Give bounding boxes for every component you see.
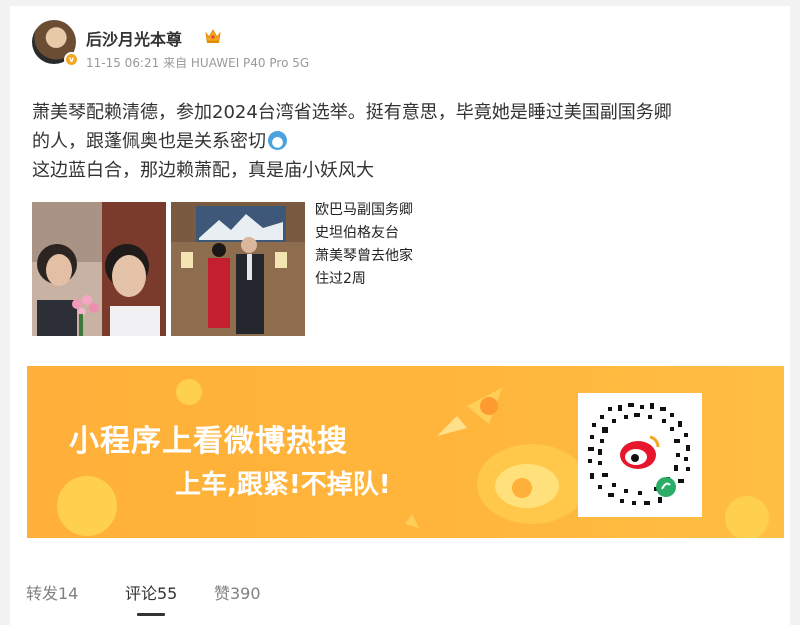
caption-line: 欧巴马副国务卿: [315, 202, 413, 218]
tab-comments[interactable]: 评论55: [125, 580, 177, 604]
author-name[interactable]: 后沙月光本尊: [86, 26, 182, 50]
qr-code[interactable]: [578, 393, 702, 517]
active-tab-indicator: [137, 613, 165, 616]
caption-line: 萧美琴曾去他家: [315, 248, 413, 264]
wechat-miniprogram-icon: [656, 477, 676, 497]
tab-repost[interactable]: 转发14: [26, 580, 78, 604]
caption-line: 史坦伯格友台: [315, 225, 399, 241]
weibo-post-card: v 后沙月光本尊 11-15 06:21 来自 HUAWEI P40 Pro 5…: [10, 6, 790, 625]
mini-program-banner[interactable]: 小程序上看微博热搜 上车,跟紧!不掉队!: [27, 366, 784, 538]
post-image-portrait[interactable]: [171, 202, 305, 336]
weibo-logo-decoration: [477, 444, 587, 524]
post-text: 萧美琴配赖清德，参加2024台湾省选举。挺有意思，毕竟她是睡过美国副国务卿 的人…: [32, 98, 780, 185]
banner-title: 小程序上看微博热搜: [69, 424, 348, 459]
post-text-line: 的人，跟蓬佩奥也是关系密切: [32, 127, 780, 156]
rocket-icon: [437, 388, 502, 436]
banner-subtitle: 上车,跟紧!不掉队!: [175, 470, 391, 500]
image-caption: 欧巴马副国务卿 史坦伯格友台 萧美琴曾去他家 住过2周: [315, 199, 413, 291]
crown-icon: [205, 29, 221, 43]
post-meta: 11-15 06:21 来自 HUAWEI P40 Pro 5G: [86, 56, 310, 70]
post-image-selfie[interactable]: [32, 202, 166, 336]
post-text-line: 这边蓝白合，那边赖萧配，真是庙小妖风大: [32, 160, 374, 181]
verified-badge-icon: v: [64, 52, 79, 67]
post-text-line-content: 的人，跟蓬佩奥也是关系密切: [32, 131, 266, 152]
caption-line: 住过2周: [315, 271, 366, 287]
doraemon-emoji-icon: [268, 131, 287, 150]
tab-likes[interactable]: 赞390: [214, 580, 261, 604]
avatar[interactable]: v: [32, 20, 79, 67]
post-text-line: 萧美琴配赖清德，参加2024台湾省选举。挺有意思，毕竟她是睡过美国副国务卿: [32, 102, 672, 123]
